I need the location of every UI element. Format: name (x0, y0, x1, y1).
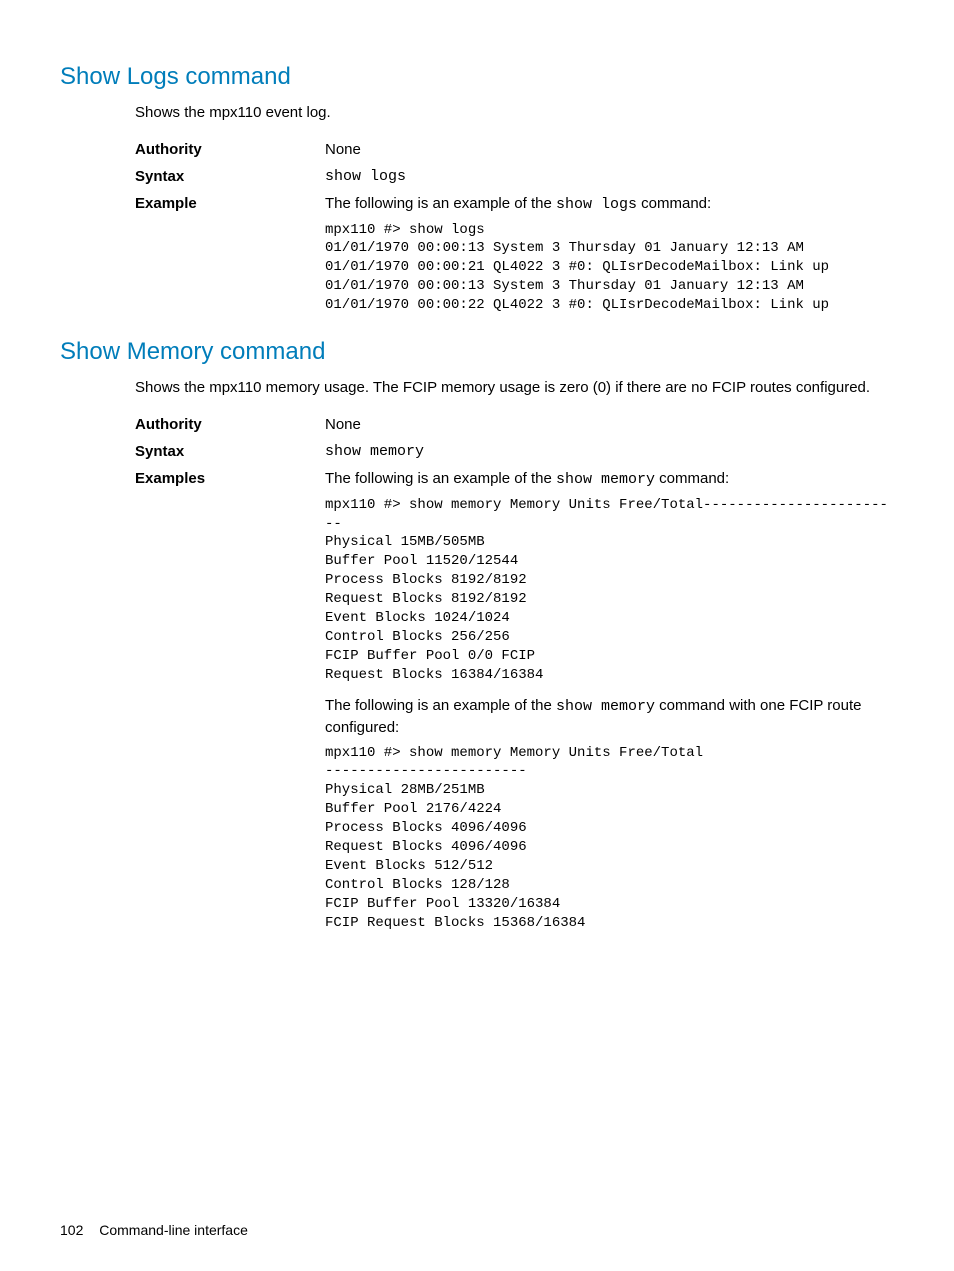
row-label: Syntax (135, 441, 325, 462)
row-value: The following is an example of the show … (325, 468, 894, 943)
example-intro-suffix: command: (655, 470, 729, 487)
row-authority: Authority None (135, 414, 894, 435)
page-number: 102 (60, 1222, 83, 1238)
example-intro-code: show memory (556, 471, 655, 488)
section-title: Show Memory command (60, 335, 894, 369)
row-label: Authority (135, 139, 325, 160)
section-description: Shows the mpx110 memory usage. The FCIP … (135, 377, 894, 398)
example2-intro-code: show memory (556, 698, 655, 715)
example2-intro-prefix: The following is an example of the (325, 697, 556, 714)
row-example: Example The following is an example of t… (135, 193, 894, 325)
row-label: Examples (135, 468, 325, 489)
example-intro-suffix: command: (637, 195, 711, 212)
row-label: Example (135, 193, 325, 214)
row-value: show memory (325, 441, 894, 462)
row-examples: Examples The following is an example of … (135, 468, 894, 943)
example-intro-code: show logs (556, 196, 637, 213)
example-output: mpx110 #> show logs 01/01/1970 00:00:13 … (325, 221, 894, 315)
row-value: None (325, 414, 894, 435)
section-description: Shows the mpx110 event log. (135, 102, 894, 123)
row-value: show logs (325, 166, 894, 187)
row-syntax: Syntax show memory (135, 441, 894, 462)
section-show-memory: Show Memory command Shows the mpx110 mem… (60, 335, 894, 942)
example2-output: mpx110 #> show memory Memory Units Free/… (325, 744, 894, 933)
example-intro-prefix: The following is an example of the (325, 470, 556, 487)
section-title: Show Logs command (60, 60, 894, 94)
page-footer: 102 Command-line interface (60, 1221, 248, 1241)
row-authority: Authority None (135, 139, 894, 160)
row-syntax: Syntax show logs (135, 166, 894, 187)
example-output: mpx110 #> show memory Memory Units Free/… (325, 496, 894, 685)
footer-title: Command-line interface (99, 1222, 248, 1238)
section-show-logs: Show Logs command Shows the mpx110 event… (60, 60, 894, 325)
row-label: Authority (135, 414, 325, 435)
row-value: The following is an example of the show … (325, 193, 894, 325)
example-intro-prefix: The following is an example of the (325, 195, 556, 212)
row-value: None (325, 139, 894, 160)
row-label: Syntax (135, 166, 325, 187)
